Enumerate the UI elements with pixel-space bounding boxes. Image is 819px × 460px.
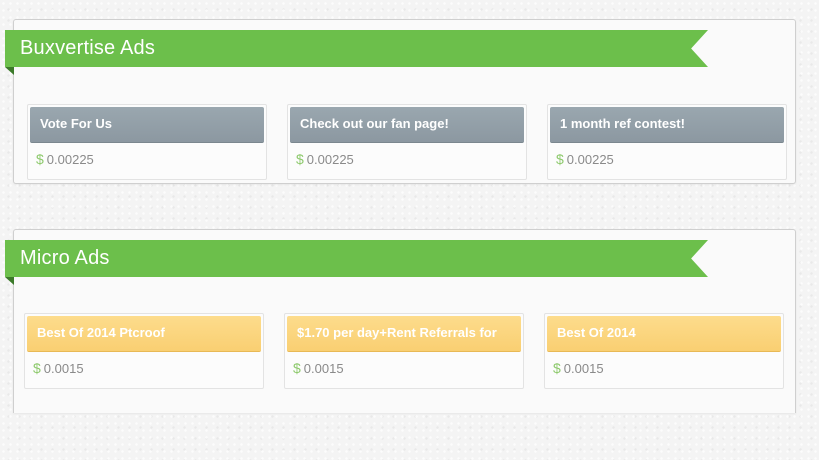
dollar-icon: $	[556, 151, 564, 167]
ad-price: $0.00225	[36, 151, 94, 167]
section-header-ribbon: Micro Ads	[5, 240, 708, 277]
ad-title-link[interactable]: Best Of 2014 Ptcroof	[27, 316, 261, 352]
ad-price-value: 0.0015	[43, 361, 84, 376]
ad-card-vote-for-us[interactable]: Vote For Us $0.00225	[27, 104, 267, 180]
buxvertise-ads-section: Buxvertise Ads Vote For Us $0.00225 Chec…	[5, 19, 796, 184]
ad-price-value: 0.0015	[563, 361, 604, 376]
ad-price: $0.0015	[553, 360, 604, 376]
ad-price: $0.0015	[33, 360, 84, 376]
section-title: Micro Ads	[20, 247, 110, 269]
dollar-icon: $	[36, 151, 44, 167]
dollar-icon: $	[293, 360, 301, 376]
ad-price-value: 0.00225	[566, 152, 614, 167]
ad-title-link[interactable]: $1.70 per day+Rent Referrals for	[287, 316, 521, 352]
ad-card-rent-referrals[interactable]: $1.70 per day+Rent Referrals for $0.0015	[284, 313, 524, 389]
dollar-icon: $	[553, 360, 561, 376]
ad-price: $0.00225	[556, 151, 614, 167]
ad-title-link[interactable]: 1 month ref contest!	[550, 107, 784, 143]
section-title: Buxvertise Ads	[20, 37, 156, 59]
ad-price: $0.00225	[296, 151, 354, 167]
section-header-ribbon: Buxvertise Ads	[5, 30, 708, 67]
ad-price-value: 0.00225	[306, 152, 354, 167]
ad-card-fan-page[interactable]: Check out our fan page! $0.00225	[287, 104, 527, 180]
dollar-icon: $	[33, 360, 41, 376]
micro-ads-section: Micro Ads Best Of 2014 Ptcroof $0.0015 $…	[5, 229, 796, 413]
ad-title-link[interactable]: Vote For Us	[30, 107, 264, 143]
ribbon-fold	[5, 277, 14, 285]
ad-card-best-of-2014-ptcroof[interactable]: Best Of 2014 Ptcroof $0.0015	[24, 313, 264, 389]
dollar-icon: $	[296, 151, 304, 167]
ad-title-link[interactable]: Check out our fan page!	[290, 107, 524, 143]
ad-price-value: 0.0015	[303, 361, 344, 376]
ad-card-ref-contest[interactable]: 1 month ref contest! $0.00225	[547, 104, 787, 180]
ad-price: $0.0015	[293, 360, 344, 376]
ad-price-value: 0.00225	[46, 152, 94, 167]
ribbon-fold	[5, 67, 14, 75]
ad-card-best-of-2014[interactable]: Best Of 2014 $0.0015	[544, 313, 784, 389]
ad-title-link[interactable]: Best Of 2014	[547, 316, 781, 352]
